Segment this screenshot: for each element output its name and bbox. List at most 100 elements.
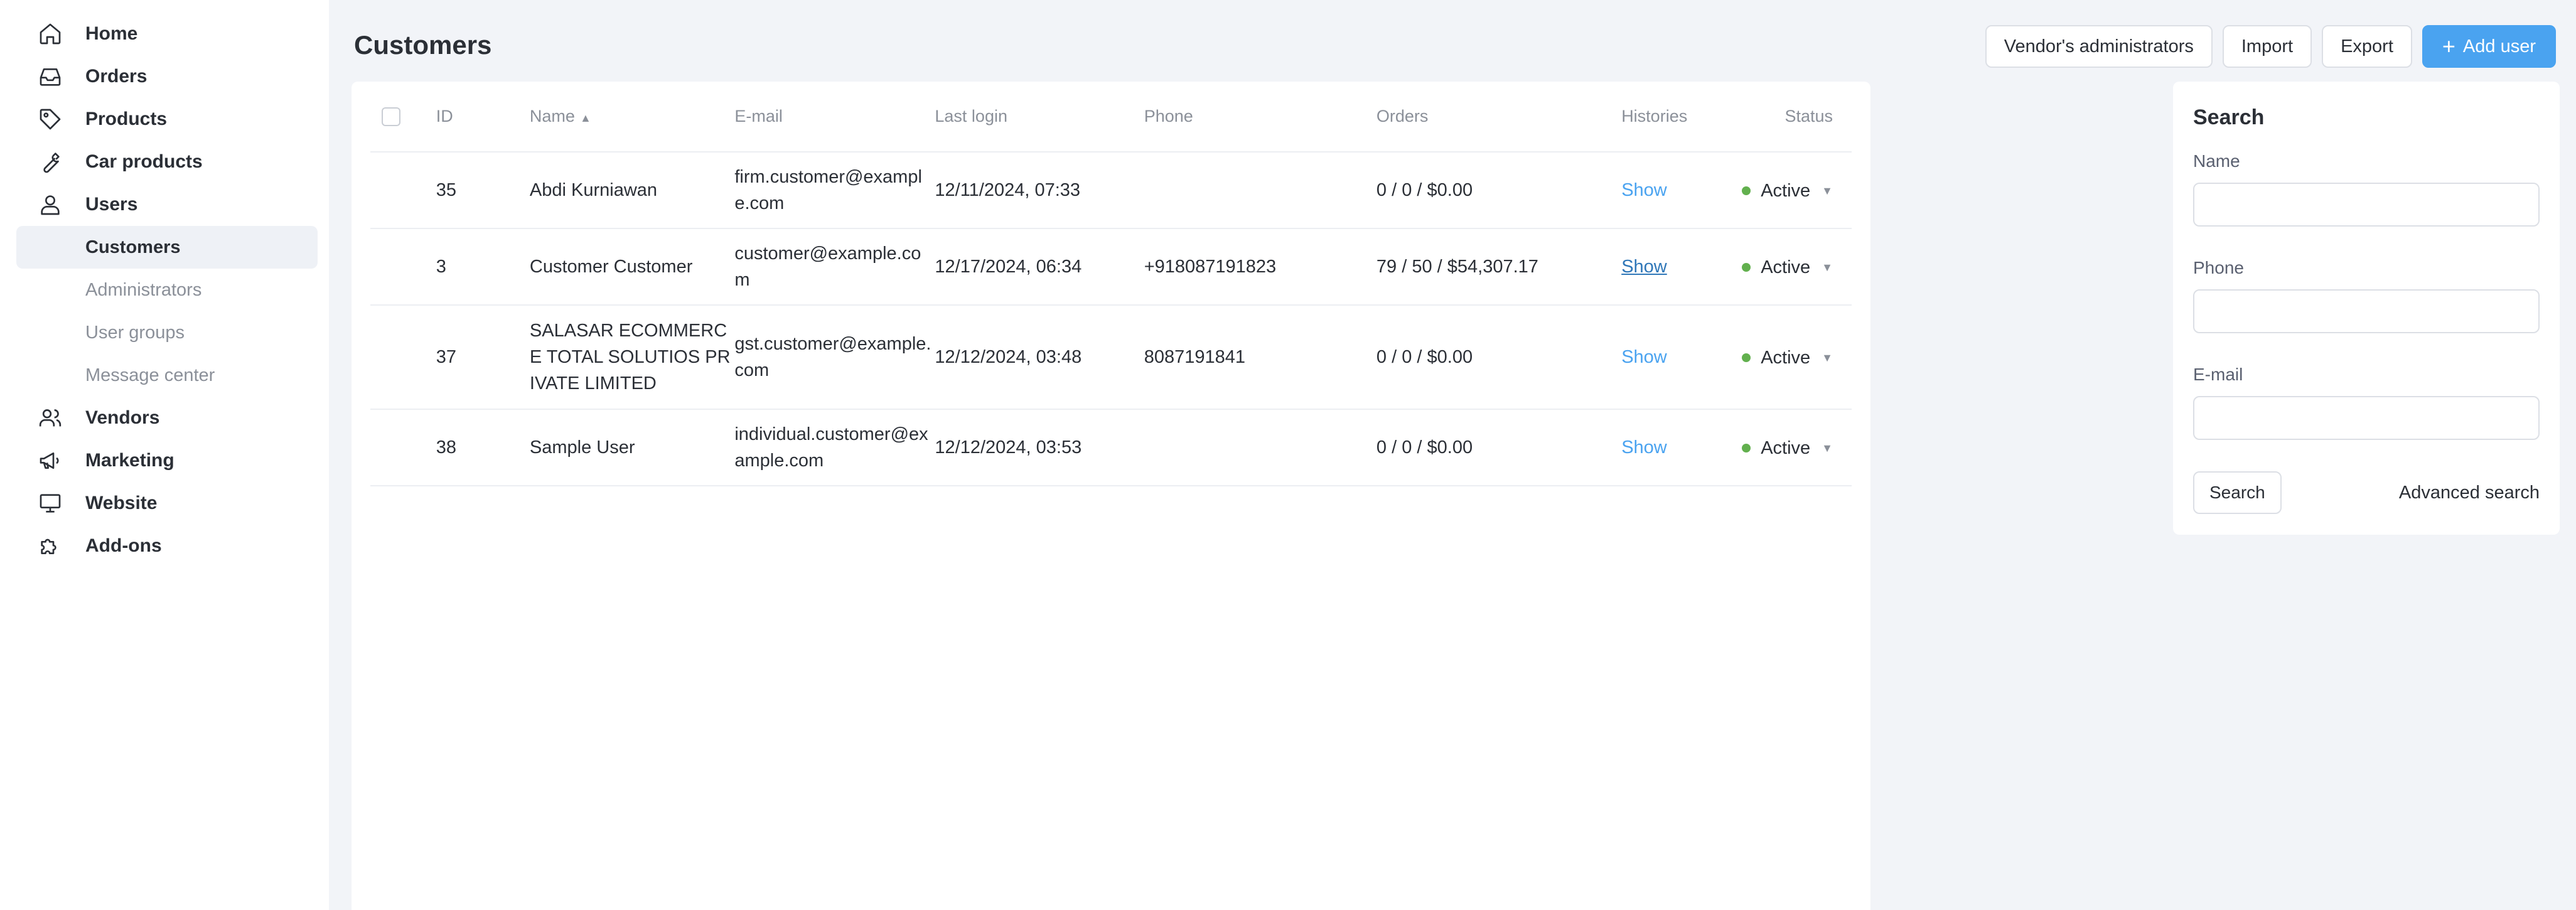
header-name-label: Name [529,107,575,126]
cell-id: 3 [436,228,530,306]
vendors-administrators-button[interactable]: Vendor's administrators [1985,25,2213,68]
customers-table: ID Name ▲ E-mail Last login Phone Orders … [370,82,1852,486]
megaphone-icon [36,447,64,474]
sidebar-item-orders[interactable]: Orders [0,55,329,98]
table-row[interactable]: 35 Abdi Kurniawan firm.customer@example.… [370,152,1852,229]
row-checkbox-cell [370,305,436,410]
status-dropdown[interactable]: Active ▼ [1742,435,1833,461]
sidebar-subitem-customers[interactable]: Customers [16,226,318,269]
customers-table-card: ID Name ▲ E-mail Last login Phone Orders … [352,82,1870,910]
home-icon [36,20,64,48]
cell-status: Active ▼ [1742,409,1852,486]
export-button[interactable]: Export [2322,25,2412,68]
cell-email[interactable]: gst.customer@example.com [734,305,935,410]
search-button[interactable]: Search [2193,471,2282,514]
sidebar: Home Orders Products Car products Users … [0,0,329,910]
cell-name[interactable]: Abdi Kurniawan [529,152,735,229]
header-histories: Histories [1621,82,1742,153]
sidebar-subitem-administrators[interactable]: Administrators [16,269,318,311]
status-dropdown[interactable]: Active ▼ [1742,178,1833,204]
header-email[interactable]: E-mail [734,82,935,153]
cell-status: Active ▼ [1742,152,1852,229]
cell-orders[interactable]: 0 / 0 / $0.00 [1376,152,1622,229]
search-actions: Search Advanced search [2193,471,2540,514]
sidebar-subitem-user-groups[interactable]: User groups [16,311,318,354]
chevron-down-icon: ▼ [1822,185,1833,197]
sidebar-item-website[interactable]: Website [0,482,329,525]
table-header-row: ID Name ▲ E-mail Last login Phone Orders … [370,82,1852,153]
sidebar-item-label: Users [85,194,138,215]
header-phone[interactable]: Phone [1144,82,1377,153]
header-status[interactable]: Status [1742,82,1852,153]
sidebar-item-label: Vendors [85,407,160,428]
sort-asc-icon: ▲ [579,112,591,124]
name-search-input[interactable] [2193,183,2540,227]
main-content: Customers Vendor's administrators Import… [329,0,2576,910]
import-button[interactable]: Import [2222,25,2312,68]
cell-phone: 8087191841 [1144,305,1377,410]
select-all-checkbox[interactable] [382,107,400,127]
header-orders[interactable]: Orders [1376,82,1622,153]
cell-status: Active ▼ [1742,228,1852,306]
wrench-icon [36,148,64,176]
header-last-login[interactable]: Last login [935,82,1144,153]
cell-email[interactable]: customer@example.com [734,228,935,306]
cell-status: Active ▼ [1742,305,1852,410]
histories-show-link[interactable]: Show [1621,180,1667,200]
sidebar-item-users[interactable]: Users [0,183,329,226]
row-checkbox-cell [370,409,436,486]
phone-search-input[interactable] [2193,289,2540,333]
add-user-button[interactable]: + Add user [2422,25,2556,68]
sidebar-item-add-ons[interactable]: Add-ons [0,525,329,567]
cell-email[interactable]: firm.customer@example.com [734,152,935,229]
email-field-label: E-mail [2193,365,2243,384]
cell-last-login: 12/12/2024, 03:53 [935,409,1144,486]
cell-last-login: 12/17/2024, 06:34 [935,228,1144,306]
cell-last-login: 12/12/2024, 03:48 [935,305,1144,410]
cell-email[interactable]: individual.customer@example.com [734,409,935,486]
histories-show-link[interactable]: Show [1621,347,1667,367]
cell-orders[interactable]: 0 / 0 / $0.00 [1376,305,1622,410]
sidebar-item-products[interactable]: Products [0,98,329,141]
status-label: Active [1761,438,1811,458]
header-name[interactable]: Name ▲ [529,82,735,153]
inbox-icon [36,63,64,90]
sidebar-item-car-products[interactable]: Car products [0,141,329,183]
sidebar-item-label: Home [85,23,138,44]
cell-name[interactable]: Sample User [529,409,735,486]
status-active-dot [1742,263,1751,272]
puzzle-icon [36,532,64,560]
histories-show-link[interactable]: Show [1621,257,1667,277]
header-toolbar: Vendor's administrators Import Export + … [1985,25,2556,68]
table-row[interactable]: 3 Customer Customer customer@example.com… [370,228,1852,306]
header-id[interactable]: ID [436,82,530,153]
email-search-input[interactable] [2193,396,2540,440]
cell-orders[interactable]: 79 / 50 / $54,307.17 [1376,228,1622,306]
table-row[interactable]: 38 Sample User individual.customer@examp… [370,409,1852,486]
cell-name[interactable]: Customer Customer [529,228,735,306]
cell-histories: Show [1621,305,1742,410]
tag-icon [36,105,64,133]
status-active-dot [1742,353,1751,362]
cell-orders[interactable]: 0 / 0 / $0.00 [1376,409,1622,486]
sidebar-subitem-message-center[interactable]: Message center [16,354,318,397]
chevron-down-icon: ▼ [1822,442,1833,454]
cell-name[interactable]: SALASAR ECOMMERCE TOTAL SOLUTIOS PRIVATE… [529,305,735,410]
sidebar-item-home[interactable]: Home [0,13,329,55]
header-select-all[interactable] [370,82,436,153]
search-panel-title: Search [2193,105,2265,129]
sidebar-item-label: Marketing [85,450,174,471]
cell-phone [1144,152,1377,229]
row-checkbox-cell [370,152,436,229]
sidebar-item-vendors[interactable]: Vendors [0,397,329,439]
sidebar-item-marketing[interactable]: Marketing [0,439,329,482]
status-dropdown[interactable]: Active ▼ [1742,345,1833,371]
row-checkbox-cell [370,228,436,306]
status-dropdown[interactable]: Active ▼ [1742,254,1833,281]
advanced-search-link[interactable]: Advanced search [2399,483,2540,503]
sidebar-item-label: Website [85,493,158,513]
table-row[interactable]: 37 SALASAR ECOMMERCE TOTAL SOLUTIOS PRIV… [370,305,1852,410]
sidebar-item-label: Add-ons [85,535,162,556]
status-active-dot [1742,444,1751,452]
histories-show-link[interactable]: Show [1621,437,1667,458]
